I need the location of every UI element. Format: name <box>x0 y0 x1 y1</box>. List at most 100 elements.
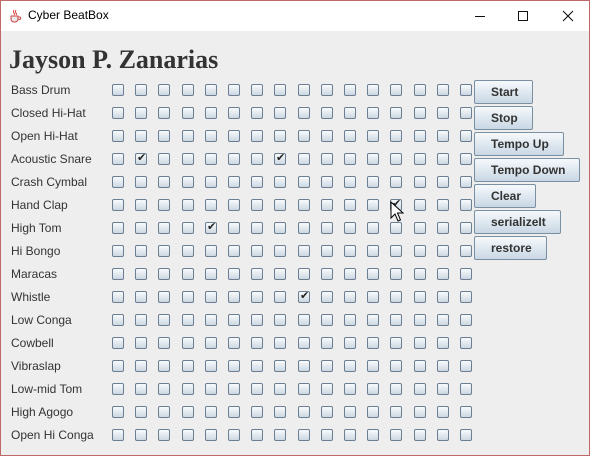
beat-checkbox[interactable] <box>437 199 449 211</box>
beat-checkbox[interactable] <box>182 130 194 142</box>
beat-checkbox[interactable] <box>182 383 194 395</box>
beat-checkbox[interactable] <box>274 176 286 188</box>
beat-checkbox[interactable] <box>321 153 333 165</box>
beat-checkbox[interactable] <box>437 153 449 165</box>
beat-checkbox[interactable] <box>298 107 310 119</box>
beat-checkbox[interactable] <box>367 130 379 142</box>
beat-checkbox[interactable] <box>158 84 170 96</box>
beat-checkbox[interactable] <box>135 151 147 165</box>
beat-checkbox[interactable] <box>135 337 147 349</box>
beat-checkbox[interactable] <box>158 268 170 280</box>
maximize-button[interactable] <box>500 1 546 31</box>
beat-checkbox[interactable] <box>274 429 286 441</box>
beat-checkbox[interactable] <box>205 337 217 349</box>
beat-checkbox[interactable] <box>112 383 124 395</box>
beat-checkbox[interactable] <box>437 107 449 119</box>
beat-checkbox[interactable] <box>321 107 333 119</box>
beat-checkbox[interactable] <box>228 84 240 96</box>
beat-checkbox[interactable] <box>367 199 379 211</box>
beat-checkbox[interactable] <box>251 199 263 211</box>
beat-checkbox[interactable] <box>367 107 379 119</box>
beat-checkbox[interactable] <box>460 130 472 142</box>
beat-checkbox[interactable] <box>182 429 194 441</box>
beat-checkbox[interactable] <box>158 291 170 303</box>
beat-checkbox[interactable] <box>390 107 402 119</box>
beat-checkbox[interactable] <box>414 199 426 211</box>
beat-checkbox[interactable] <box>367 429 379 441</box>
beat-checkbox[interactable] <box>205 130 217 142</box>
beat-checkbox[interactable] <box>112 337 124 349</box>
beat-checkbox[interactable] <box>274 151 286 165</box>
beat-checkbox[interactable] <box>251 429 263 441</box>
beat-checkbox[interactable] <box>251 406 263 418</box>
beat-checkbox[interactable] <box>298 84 310 96</box>
beat-checkbox[interactable] <box>228 153 240 165</box>
beat-checkbox[interactable] <box>182 360 194 372</box>
beat-checkbox[interactable] <box>344 222 356 234</box>
close-button[interactable] <box>545 1 591 31</box>
beat-checkbox[interactable] <box>460 245 472 257</box>
beat-checkbox[interactable] <box>205 406 217 418</box>
clear-button[interactable]: Clear <box>474 184 537 208</box>
beat-checkbox[interactable] <box>344 383 356 395</box>
beat-checkbox[interactable] <box>205 84 217 96</box>
beat-checkbox[interactable] <box>414 314 426 326</box>
beat-checkbox[interactable] <box>437 291 449 303</box>
beat-checkbox[interactable] <box>460 222 472 234</box>
beat-checkbox[interactable] <box>367 84 379 96</box>
beat-checkbox[interactable] <box>460 107 472 119</box>
beat-checkbox[interactable] <box>437 337 449 349</box>
beat-checkbox[interactable] <box>228 337 240 349</box>
beat-checkbox[interactable] <box>205 176 217 188</box>
beat-checkbox[interactable] <box>274 222 286 234</box>
beat-checkbox[interactable] <box>158 199 170 211</box>
beat-checkbox[interactable] <box>344 314 356 326</box>
beat-checkbox[interactable] <box>205 268 217 280</box>
beat-checkbox[interactable] <box>460 176 472 188</box>
beat-checkbox[interactable] <box>437 383 449 395</box>
beat-checkbox[interactable] <box>205 153 217 165</box>
beat-checkbox[interactable] <box>158 130 170 142</box>
beat-checkbox[interactable] <box>344 406 356 418</box>
beat-checkbox[interactable] <box>344 245 356 257</box>
beat-checkbox[interactable] <box>274 383 286 395</box>
beat-checkbox[interactable] <box>274 268 286 280</box>
beat-checkbox[interactable] <box>158 222 170 234</box>
beat-checkbox[interactable] <box>390 176 402 188</box>
beat-checkbox[interactable] <box>390 245 402 257</box>
beat-checkbox[interactable] <box>367 291 379 303</box>
beat-checkbox[interactable] <box>298 360 310 372</box>
beat-checkbox[interactable] <box>298 153 310 165</box>
beat-checkbox[interactable] <box>298 429 310 441</box>
beat-checkbox[interactable] <box>228 291 240 303</box>
beat-checkbox[interactable] <box>228 314 240 326</box>
beat-checkbox[interactable] <box>182 268 194 280</box>
beat-checkbox[interactable] <box>228 383 240 395</box>
beat-checkbox[interactable] <box>228 429 240 441</box>
beat-checkbox[interactable] <box>321 314 333 326</box>
beat-checkbox[interactable] <box>112 429 124 441</box>
beat-checkbox[interactable] <box>344 130 356 142</box>
beat-checkbox[interactable] <box>321 245 333 257</box>
beat-checkbox[interactable] <box>158 153 170 165</box>
beat-checkbox[interactable] <box>367 222 379 234</box>
restore-button[interactable]: restore <box>474 236 547 260</box>
beat-checkbox[interactable] <box>390 406 402 418</box>
beat-checkbox[interactable] <box>390 360 402 372</box>
beat-checkbox[interactable] <box>158 337 170 349</box>
beat-checkbox[interactable] <box>298 406 310 418</box>
beat-checkbox[interactable] <box>251 360 263 372</box>
beat-checkbox[interactable] <box>437 84 449 96</box>
beat-checkbox[interactable] <box>460 199 472 211</box>
beat-checkbox[interactable] <box>112 360 124 372</box>
beat-checkbox[interactable] <box>437 314 449 326</box>
beat-checkbox[interactable] <box>344 176 356 188</box>
beat-checkbox[interactable] <box>112 406 124 418</box>
beat-checkbox[interactable] <box>251 291 263 303</box>
beat-checkbox[interactable] <box>251 84 263 96</box>
beat-checkbox[interactable] <box>298 268 310 280</box>
beat-checkbox[interactable] <box>460 153 472 165</box>
beat-checkbox[interactable] <box>367 314 379 326</box>
beat-checkbox[interactable] <box>274 314 286 326</box>
beat-checkbox[interactable] <box>158 429 170 441</box>
